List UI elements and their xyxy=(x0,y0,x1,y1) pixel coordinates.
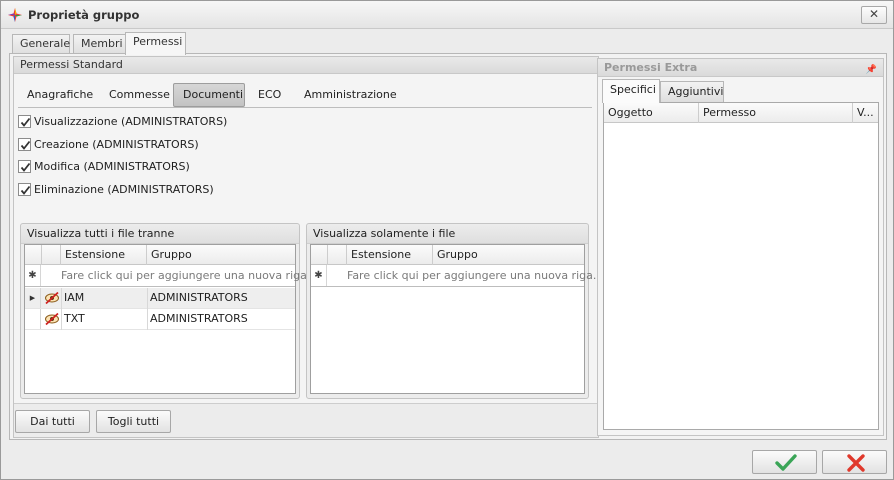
checkbox-checked-icon xyxy=(18,160,31,173)
row-pointer-icon: ▶ xyxy=(25,288,41,308)
row-indicator xyxy=(25,309,41,329)
cross-icon xyxy=(847,454,865,472)
button-label: Dai tutti xyxy=(30,415,75,428)
group-cell: ADMINISTRATORS xyxy=(150,291,248,304)
standard-permissions-panel: Permessi Standard Anagrafiche Commesse D… xyxy=(13,56,599,438)
column-header-extension[interactable]: Estensione xyxy=(347,245,433,265)
panel-title: Permessi Standard xyxy=(14,57,598,74)
tab-specifici[interactable]: Specifici xyxy=(602,79,660,103)
new-row-text: Fare click qui per aggiungere una nuova … xyxy=(347,269,597,282)
subtab-amministrazione[interactable]: Amministrazione xyxy=(295,83,406,107)
checkbox-checked-icon xyxy=(18,115,31,128)
group-title: Visualizza tutti i file tranne xyxy=(21,224,299,244)
close-icon: ✕ xyxy=(868,7,880,21)
column-header-group[interactable]: Gruppo xyxy=(147,245,297,265)
window-title: Proprietà gruppo xyxy=(28,8,140,22)
title-bar: Proprietà gruppo ✕ xyxy=(1,1,893,29)
pin-icon[interactable]: 📌 xyxy=(866,62,877,79)
only-files-group: Visualizza solamente i file Estensione G… xyxy=(306,223,596,399)
subtab-label: Documenti xyxy=(183,88,244,101)
tab-permessi[interactable]: Permessi xyxy=(125,32,186,55)
checkbox-label: Modifica (ADMINISTRATORS) xyxy=(34,160,190,173)
indicator-header xyxy=(311,245,328,265)
column-divider xyxy=(147,288,148,330)
checkbox-label: Eliminazione (ADMINISTRATORS) xyxy=(34,183,214,196)
checkbox-checked-icon xyxy=(18,183,31,196)
checkbox-label: Visualizzazione (ADMINISTRATORS) xyxy=(34,115,228,128)
column-divider xyxy=(61,288,62,330)
subtab-eco[interactable]: ECO xyxy=(249,83,290,107)
dialog-window: Proprietà gruppo ✕ Generale Membri Perme… xyxy=(0,0,894,480)
table-row[interactable]: ▶ IAM ADMINISTRATORS xyxy=(25,288,295,309)
subtab-label: Commesse xyxy=(109,88,170,101)
checkmark-icon xyxy=(775,454,797,471)
subtab-anagrafiche[interactable]: Anagrafiche xyxy=(18,83,102,107)
new-row-star-icon: ✱ xyxy=(25,265,41,286)
indicator-header xyxy=(25,245,42,265)
subtab-documenti[interactable]: Documenti xyxy=(173,83,245,107)
grid-header: Oggetto Permesso V... xyxy=(604,103,878,123)
subtab-label: Anagrafiche xyxy=(27,88,94,101)
panel-title: Permessi Extra 📌 xyxy=(598,59,883,77)
checkbox-label: Creazione (ADMINISTRATORS) xyxy=(34,138,199,151)
table-row[interactable]: TXT ADMINISTRATORS xyxy=(25,309,295,330)
column-header-group[interactable]: Gruppo xyxy=(433,245,586,265)
column-header-permission[interactable]: Permesso xyxy=(699,103,853,123)
tab-membri[interactable]: Membri xyxy=(73,34,126,54)
give-all-button[interactable]: Dai tutti xyxy=(15,410,90,433)
new-row-text: Fare click qui per aggiungere una nuova … xyxy=(61,269,311,282)
checkbox-checked-icon xyxy=(18,138,31,151)
extra-permissions-panel: Permessi Extra 📌 Specifici Aggiuntivi Og… xyxy=(597,58,884,436)
only-files-grid[interactable]: Estensione Gruppo ✱ Fare click qui per a… xyxy=(310,244,596,394)
subtab-label: Amministrazione xyxy=(304,88,397,101)
extra-permissions-grid[interactable]: Oggetto Permesso V... xyxy=(603,102,879,430)
icon-header xyxy=(328,245,347,265)
grid-header: Estensione Gruppo xyxy=(25,245,295,265)
tab-label: Permessi xyxy=(133,35,183,48)
new-row-prompt[interactable]: ✱ Fare click qui per aggiungere una nuov… xyxy=(311,265,596,287)
permessi-tab-page: Permessi Standard Anagrafiche Commesse D… xyxy=(9,53,887,440)
action-button-bar: Dai tutti Togli tutti xyxy=(14,403,598,437)
button-label: Togli tutti xyxy=(107,415,160,428)
tab-generale[interactable]: Generale xyxy=(12,34,70,54)
tab-label: Aggiuntivi xyxy=(668,85,724,98)
tab-label: Specifici xyxy=(610,83,656,96)
hidden-eye-icon xyxy=(45,312,59,326)
panel-title-text: Permessi Extra xyxy=(604,61,698,74)
new-row-prompt[interactable]: ✱ Fare click qui per aggiungere una nuov… xyxy=(25,265,310,287)
app-logo-icon xyxy=(8,8,22,22)
hidden-eye-icon xyxy=(45,291,59,305)
column-header-object[interactable]: Oggetto xyxy=(604,103,699,123)
extension-cell: TXT xyxy=(64,312,85,325)
subtabs-divider xyxy=(18,107,592,108)
group-cell: ADMINISTRATORS xyxy=(150,312,248,325)
remove-all-button[interactable]: Togli tutti xyxy=(96,410,171,433)
category-tabs: Anagrafiche Commesse Documenti ECO Ammin… xyxy=(14,81,598,109)
tab-label: Generale xyxy=(20,37,71,50)
exclude-files-grid[interactable]: Estensione Gruppo ✱ Fare click qui per a… xyxy=(24,244,310,394)
grid-header: Estensione Gruppo xyxy=(311,245,584,265)
cancel-button[interactable] xyxy=(822,450,887,474)
group-title: Visualizza solamente i file xyxy=(307,224,588,244)
ok-button[interactable] xyxy=(752,450,817,474)
subtab-commesse[interactable]: Commesse xyxy=(100,83,179,107)
exclude-files-group: Visualizza tutti i file tranne Estension… xyxy=(20,223,310,399)
icon-header xyxy=(42,245,61,265)
column-header-extension[interactable]: Estensione xyxy=(61,245,147,265)
tab-label: Membri xyxy=(81,37,123,50)
extension-cell: IAM xyxy=(64,291,85,304)
tab-aggiuntivi[interactable]: Aggiuntivi xyxy=(660,81,724,102)
close-button[interactable]: ✕ xyxy=(861,6,887,24)
subtab-label: ECO xyxy=(258,88,282,101)
new-row-star-icon: ✱ xyxy=(311,265,327,286)
column-header-value[interactable]: V... xyxy=(853,103,878,123)
